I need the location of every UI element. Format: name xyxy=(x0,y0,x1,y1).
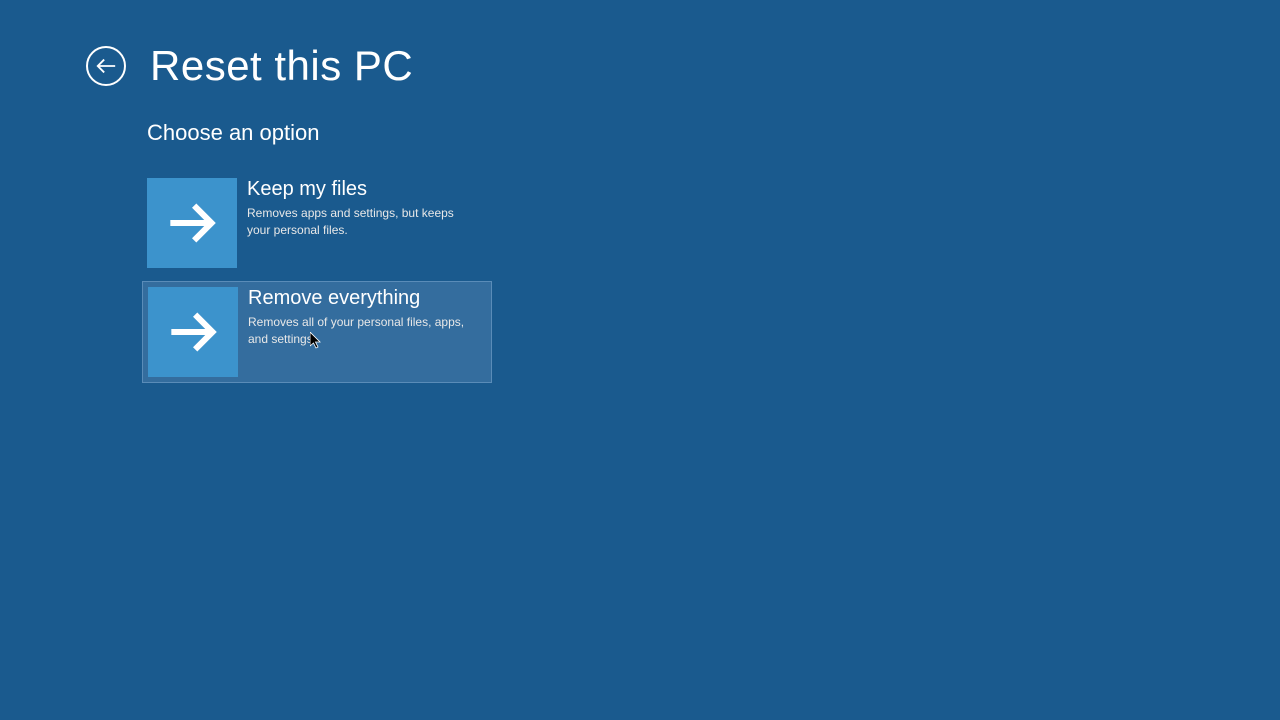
option-remove-everything[interactable]: Remove everything Removes all of your pe… xyxy=(142,281,492,383)
header: Reset this PC xyxy=(0,0,1280,90)
option-description: Removes apps and settings, but keeps you… xyxy=(247,205,475,239)
content-area: Choose an option Keep my files Removes a… xyxy=(0,90,1280,383)
back-arrow-icon xyxy=(95,55,117,77)
option-title: Remove everything xyxy=(248,287,486,310)
arrow-right-icon xyxy=(148,287,238,377)
option-text: Remove everything Removes all of your pe… xyxy=(238,287,486,348)
option-keep-my-files[interactable]: Keep my files Removes apps and settings,… xyxy=(147,178,475,268)
subtitle: Choose an option xyxy=(147,120,1280,146)
option-text: Keep my files Removes apps and settings,… xyxy=(237,178,475,239)
option-description: Removes all of your personal files, apps… xyxy=(248,314,486,348)
option-title: Keep my files xyxy=(247,178,475,201)
options-list: Keep my files Removes apps and settings,… xyxy=(147,178,1280,383)
arrow-right-icon xyxy=(147,178,237,268)
back-button[interactable] xyxy=(86,46,126,86)
page-title: Reset this PC xyxy=(150,42,413,90)
